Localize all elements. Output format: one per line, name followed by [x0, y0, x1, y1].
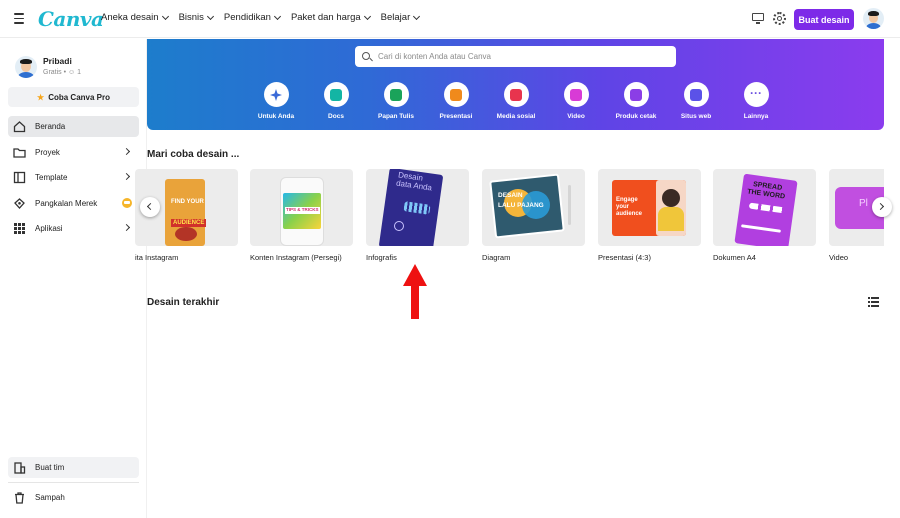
card-thumbnail: SPREAD THE WORD	[713, 169, 816, 246]
category-video[interactable]: Video	[546, 82, 606, 120]
profile-plan: Gratis • ☺ 1	[43, 69, 82, 76]
whiteboard-icon	[390, 88, 402, 101]
category-papan-tulis[interactable]: Papan Tulis	[366, 82, 426, 120]
category-produk-cetak[interactable]: Produk cetak	[606, 82, 666, 120]
design-card-diagram[interactable]: DESAIN LALU PAJANG Diagram	[482, 169, 585, 262]
chevron-down-icon	[206, 12, 214, 20]
chevron-down-icon	[363, 12, 371, 20]
category-docs[interactable]: Docs	[306, 82, 366, 120]
print-icon	[630, 88, 642, 101]
card-thumbnail: DESAIN LALU PAJANG	[482, 169, 585, 246]
card-art-text: Pl	[859, 198, 868, 209]
category-media-sosial[interactable]: Media sosial	[486, 82, 546, 120]
chevron-right-icon	[122, 147, 131, 156]
profile-switcher[interactable]: Pribadi Gratis • ☺ 1	[15, 56, 81, 78]
chevron-down-icon	[273, 12, 281, 20]
top-nav: Aneka desain Bisnis Pendidikan Paket dan…	[101, 12, 430, 23]
nav-belajar[interactable]: Belajar	[381, 12, 421, 23]
search-input[interactable]	[378, 52, 668, 61]
category-lainnya[interactable]: ··· Lainnya	[726, 82, 786, 120]
nav-pendidikan[interactable]: Pendidikan	[224, 12, 281, 23]
design-card-infografis[interactable]: Desain data Anda Infografis	[366, 169, 469, 262]
hero-banner: Untuk Anda Docs Papan Tulis Presentasi M…	[147, 39, 884, 166]
chevron-right-icon	[122, 172, 131, 181]
avatar	[15, 56, 37, 78]
card-art-text: TIPS & TRICKS	[285, 207, 320, 214]
video-icon	[570, 88, 582, 101]
sidebar: Pribadi Gratis • ☺ 1 ★ Coba Canva Pro Ber…	[0, 39, 147, 518]
docs-icon	[330, 88, 342, 101]
design-card-presentasi[interactable]: Engage your audience Presentasi (4:3)	[598, 169, 701, 262]
building-icon	[14, 462, 26, 474]
canva-logo[interactable]: Canva	[38, 7, 104, 31]
card-thumbnail: Desain data Anda	[366, 169, 469, 246]
sidebar-item-template[interactable]: Template	[8, 167, 139, 188]
sidebar-item-beranda[interactable]: Beranda	[8, 116, 139, 137]
chevron-down-icon	[413, 12, 421, 20]
star-icon: ★	[37, 92, 45, 102]
brand-icon	[14, 198, 25, 209]
try-pro-button[interactable]: ★ Coba Canva Pro	[8, 87, 139, 107]
sparkle-icon	[270, 88, 282, 101]
monitor-icon[interactable]	[751, 11, 767, 27]
sidebar-item-pangkalan-merek[interactable]: Pangkalan Merek	[8, 193, 139, 214]
category-untuk-anda[interactable]: Untuk Anda	[246, 82, 306, 166]
sidebar-item-aplikasi[interactable]: Aplikasi	[8, 218, 139, 239]
category-presentasi[interactable]: Presentasi	[426, 82, 486, 120]
card-art-text: your	[616, 204, 630, 210]
list-view-icon[interactable]	[868, 297, 879, 307]
chevron-right-icon	[876, 202, 885, 211]
card-art-text: FIND YOUR	[171, 199, 204, 205]
card-art-text: audience	[616, 211, 643, 217]
top-bar: Canva Aneka desain Bisnis Pendidikan Pak…	[0, 0, 900, 38]
chevron-down-icon	[161, 12, 169, 20]
create-team-button[interactable]: Buat tim	[8, 457, 139, 478]
trash-icon	[15, 492, 24, 504]
sidebar-divider	[8, 482, 139, 483]
section-title-try: Mari coba desain ...	[147, 149, 240, 160]
crown-icon	[122, 198, 132, 208]
website-icon	[690, 88, 702, 101]
folder-icon	[13, 148, 26, 158]
presentation-icon	[450, 88, 462, 101]
person-icon: ☺	[68, 69, 76, 76]
gear-icon[interactable]	[772, 11, 788, 27]
menu-icon[interactable]	[14, 13, 24, 24]
red-arrow-annotation	[403, 264, 427, 319]
create-design-button[interactable]: Buat desain	[794, 9, 854, 30]
nav-aneka-desain[interactable]: Aneka desain	[101, 12, 169, 23]
avatar[interactable]	[863, 8, 884, 29]
sidebar-item-proyek[interactable]: Proyek	[8, 142, 139, 163]
heart-icon	[510, 88, 522, 101]
sidebar-item-sampah[interactable]: Sampah	[8, 487, 139, 508]
search-bar[interactable]	[355, 46, 676, 67]
design-card-instagram-square[interactable]: TIPS & TRICKS Konten Instagram (Persegi)	[250, 169, 353, 262]
carousel-next-button[interactable]	[872, 197, 892, 217]
card-thumbnail: TIPS & TRICKS	[250, 169, 353, 246]
card-art-text: Engage	[616, 197, 638, 203]
carousel-prev-button[interactable]	[140, 197, 160, 217]
design-card-dokumen-a4[interactable]: SPREAD THE WORD Dokumen A4	[713, 169, 816, 262]
card-art-text: LALU PAJANG	[498, 202, 544, 209]
chevron-left-icon	[146, 202, 155, 211]
card-art-text: AUDIENCE	[171, 219, 207, 227]
template-icon	[13, 171, 26, 184]
apps-grid-icon	[14, 223, 25, 234]
search-icon	[362, 51, 372, 62]
category-situs-web[interactable]: Situs web	[666, 82, 726, 120]
card-thumbnail: Engage your audience	[598, 169, 701, 246]
section-title-recent: Desain terakhir	[147, 297, 220, 308]
more-icon: ···	[750, 85, 762, 100]
card-art-text: DESAIN	[498, 192, 523, 199]
nav-paket-harga[interactable]: Paket dan harga	[291, 12, 371, 23]
nav-bisnis[interactable]: Bisnis	[179, 12, 214, 23]
active-tab-indicator	[260, 164, 292, 166]
chevron-right-icon	[122, 223, 131, 232]
home-icon	[13, 121, 26, 133]
profile-name: Pribadi	[43, 56, 72, 66]
